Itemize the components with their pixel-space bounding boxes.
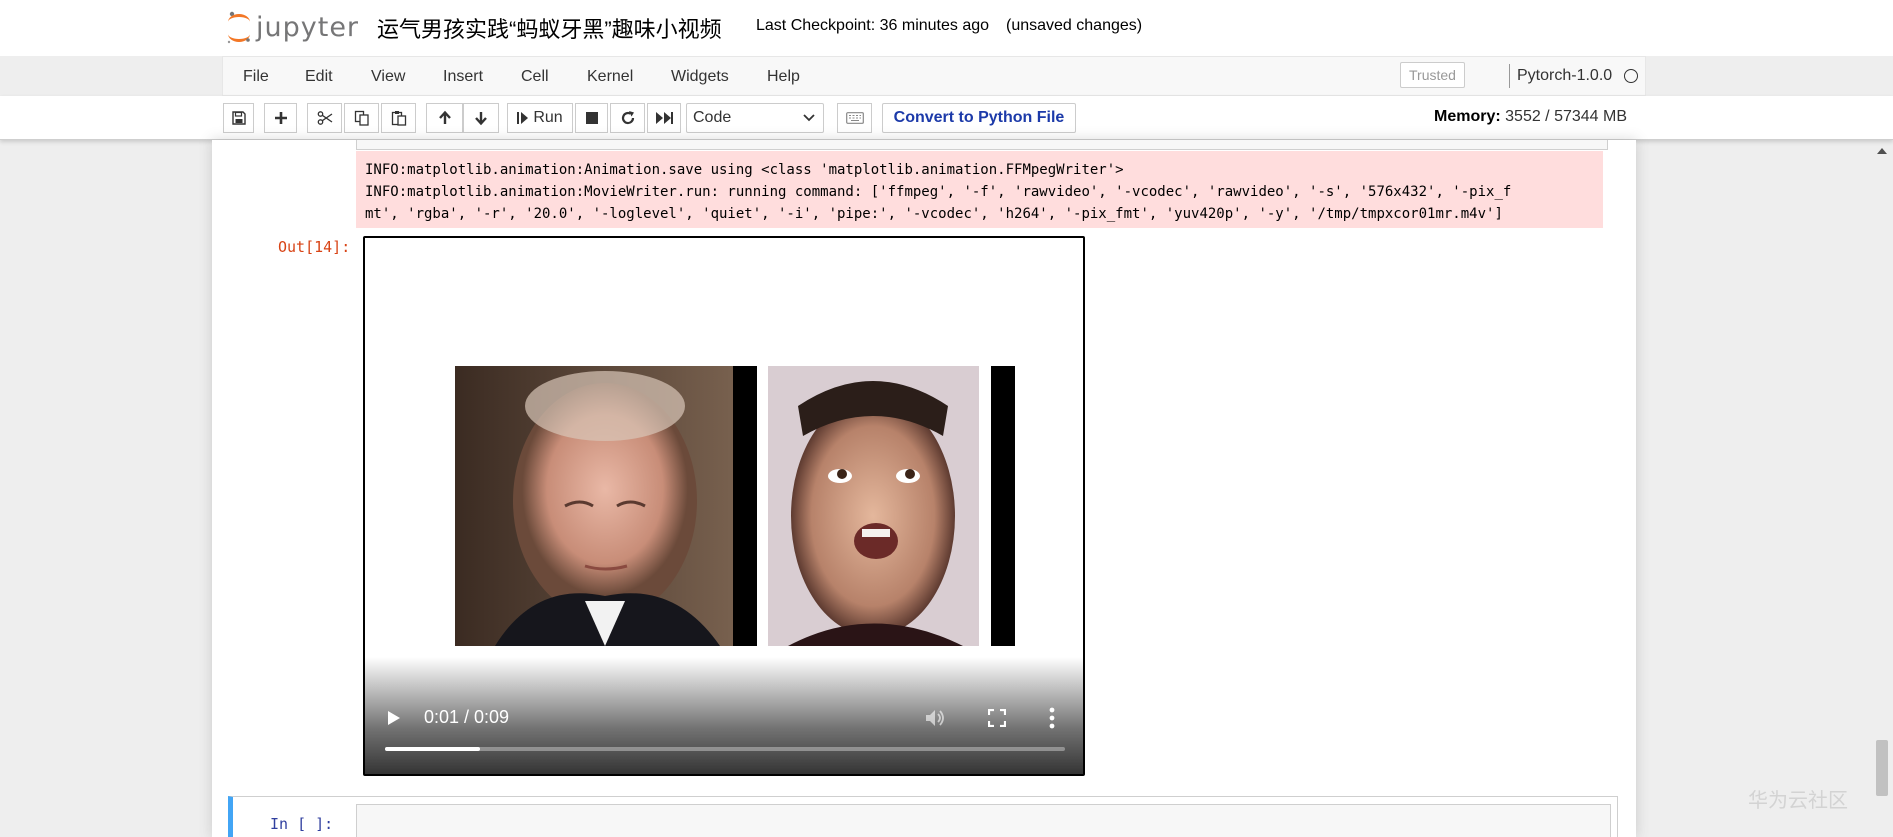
interrupt-button[interactable]	[575, 103, 608, 133]
menu-widgets[interactable]: Widgets	[671, 68, 729, 86]
move-up-button[interactable]	[426, 103, 463, 133]
menu-view[interactable]: View	[371, 68, 405, 86]
chevron-down-icon	[803, 114, 815, 122]
command-palette-button[interactable]	[837, 103, 872, 133]
scrollbar-thumb[interactable]	[1876, 740, 1888, 796]
insert-cell-button[interactable]	[264, 103, 297, 133]
jupyter-logo-text: jupyter	[256, 11, 360, 43]
video-time-readout: 0:01 / 0:09	[424, 707, 510, 727]
play-icon[interactable]	[386, 709, 402, 727]
autosave-status: (unsaved changes)	[1006, 17, 1143, 34]
run-button[interactable]: Run	[507, 103, 573, 133]
video-face-left	[455, 366, 757, 646]
jupyter-logo-icon	[227, 11, 250, 44]
output-prompt: Out[14]:	[278, 238, 351, 256]
kernel-name[interactable]: Pytorch-1.0.0	[1517, 67, 1612, 85]
menu-cell[interactable]: Cell	[521, 68, 549, 86]
menu-help[interactable]: Help	[767, 68, 800, 86]
stderr-line: mt', 'rgba', '-r', '20.0', '-loglevel', …	[365, 206, 1503, 222]
copy-button[interactable]	[344, 103, 379, 133]
video-progress-fill	[385, 747, 481, 751]
face-right-image	[768, 366, 979, 646]
previous-cell-input[interactable]	[356, 140, 1608, 150]
keyboard-icon	[845, 112, 864, 124]
arrow-up-icon	[438, 110, 451, 124]
kernel-idle-icon	[1624, 69, 1638, 83]
run-button-label: Run	[533, 109, 563, 126]
menu-insert[interactable]: Insert	[443, 68, 483, 86]
copy-icon	[354, 110, 369, 126]
more-options-icon[interactable]	[1049, 707, 1055, 729]
jupyter-logo[interactable]: jupyter	[226, 8, 359, 48]
save-icon	[231, 111, 246, 125]
scroll-up-arrow-icon[interactable]	[1876, 146, 1888, 156]
notebook-header: jupyter 运气男孩实践“蚂蚁牙黑”趣味小视频 Last Checkpoin…	[0, 0, 1893, 56]
cell-type-value: Code	[693, 109, 732, 126]
watermark: 华为云社区	[1748, 790, 1848, 812]
face-left-image	[455, 366, 757, 646]
move-down-button[interactable]	[463, 103, 499, 133]
stop-icon	[585, 112, 598, 124]
convert-to-python-button[interactable]: Convert to Python File	[882, 103, 1076, 133]
paste-button[interactable]	[381, 103, 416, 133]
memory-usage: Memory: 3552 / 57344 MB	[1434, 108, 1627, 126]
input-prompt: In [ ]:	[270, 815, 334, 833]
paste-icon	[391, 111, 406, 126]
cell-type-select[interactable]: Code	[686, 103, 824, 133]
stderr-line: INFO:matplotlib.animation:Animation.save…	[365, 162, 1124, 178]
run-icon	[517, 112, 529, 124]
fast-forward-icon	[656, 112, 673, 124]
memory-value: 3552 / 57344 MB	[1505, 108, 1628, 125]
code-cell-input[interactable]	[356, 804, 1611, 837]
cut-button[interactable]	[307, 103, 342, 133]
plus-icon	[274, 112, 287, 124]
save-button[interactable]	[223, 103, 254, 133]
video-face-strip	[991, 366, 1015, 646]
restart-run-all-button[interactable]	[647, 103, 681, 133]
fullscreen-icon[interactable]	[988, 709, 1006, 727]
menu-edit[interactable]: Edit	[305, 68, 333, 86]
arrow-down-icon	[475, 112, 487, 126]
stderr-output: INFO:matplotlib.animation:Animation.save…	[356, 151, 1603, 228]
notebook-title[interactable]: 运气男孩实践“蚂蚁牙黑”趣味小视频	[377, 12, 722, 44]
video-player[interactable]: 0:01 / 0:09	[363, 236, 1085, 776]
menu-file[interactable]: File	[243, 68, 269, 86]
restart-button[interactable]	[610, 103, 645, 133]
video-face-right	[768, 366, 979, 646]
memory-label: Memory:	[1434, 108, 1501, 125]
restart-icon	[621, 111, 634, 125]
last-checkpoint: Last Checkpoint: 36 minutes ago	[756, 17, 990, 34]
cut-icon	[317, 111, 332, 125]
volume-icon[interactable]	[924, 708, 948, 728]
video-progress-bar[interactable]	[385, 747, 1065, 751]
kernel-divider	[1509, 64, 1510, 88]
stderr-line: INFO:matplotlib.animation:MovieWriter.ru…	[365, 184, 1512, 200]
trusted-indicator[interactable]: Trusted	[1400, 62, 1465, 88]
menu-kernel[interactable]: Kernel	[587, 68, 633, 86]
